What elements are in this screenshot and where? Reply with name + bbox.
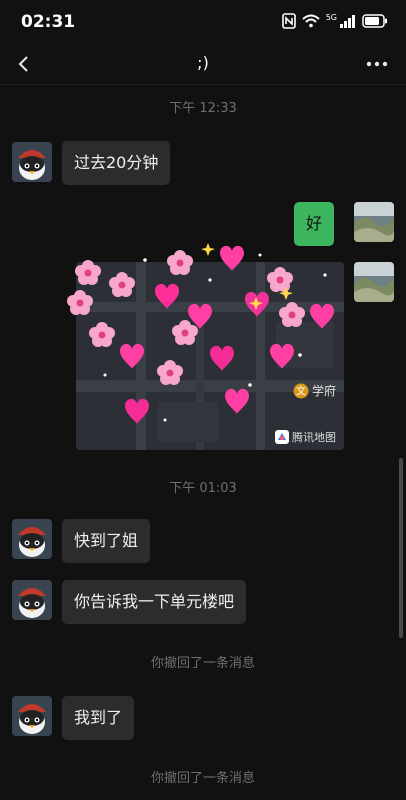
status-time: 02:31 xyxy=(21,12,76,32)
school-icon: 文 xyxy=(293,383,309,398)
more-options-icon[interactable] xyxy=(366,61,388,67)
map-provider-logo: 腾讯地图 xyxy=(275,429,336,445)
network-type-label: 5G xyxy=(325,13,337,22)
hearts-flowers-sticker xyxy=(67,243,334,424)
nfc-icon xyxy=(281,13,296,29)
tencent-map-icon xyxy=(275,430,289,444)
penguin-avatar-icon xyxy=(12,580,52,620)
message-bubble[interactable]: 我到了 xyxy=(62,696,135,740)
map-preview xyxy=(76,262,344,450)
svg-text:文: 文 xyxy=(296,384,306,397)
chat-title: ;) xyxy=(197,53,209,72)
battery-icon xyxy=(362,14,387,28)
contact-avatar[interactable] xyxy=(12,142,52,182)
contact-avatar[interactable] xyxy=(12,519,52,559)
penguin-avatar-icon xyxy=(12,142,52,182)
message-bubble[interactable]: 过去20分钟 xyxy=(62,141,171,185)
message-bubble[interactable]: 快到了姐 xyxy=(62,519,151,563)
chat-header: ;) xyxy=(0,44,406,85)
signal-icon xyxy=(340,15,355,28)
map-place-label: 文 学府 xyxy=(293,382,336,399)
penguin-avatar-icon xyxy=(12,696,52,736)
message-bubble-sent[interactable]: 好 xyxy=(294,202,335,246)
timestamp: 下午 01:03 xyxy=(169,481,237,496)
my-avatar[interactable] xyxy=(354,262,394,302)
my-avatar[interactable] xyxy=(354,202,394,242)
message-list[interactable]: 下午 12:33 过去20分钟 好 文 学府 腾讯地图 下午 01:03 快到了… xyxy=(0,0,406,800)
scrollbar[interactable] xyxy=(399,458,403,638)
recall-notice: 你撤回了一条消息 xyxy=(150,656,255,671)
location-card[interactable]: 文 学府 腾讯地图 xyxy=(76,262,344,450)
penguin-avatar-icon xyxy=(12,519,52,559)
recall-notice: 你撤回了一条消息 xyxy=(150,771,255,786)
contact-avatar[interactable] xyxy=(12,580,52,620)
status-bar: 02:31 5G xyxy=(0,0,406,44)
message-bubble[interactable]: 你告诉我一下单元楼吧 xyxy=(62,580,247,624)
landscape-avatar-icon xyxy=(354,202,394,242)
contact-avatar[interactable] xyxy=(12,696,52,736)
timestamp: 下午 12:33 xyxy=(169,101,237,116)
status-icons: 5G xyxy=(281,13,388,29)
wifi-icon xyxy=(302,14,320,28)
landscape-avatar-icon xyxy=(354,262,394,302)
